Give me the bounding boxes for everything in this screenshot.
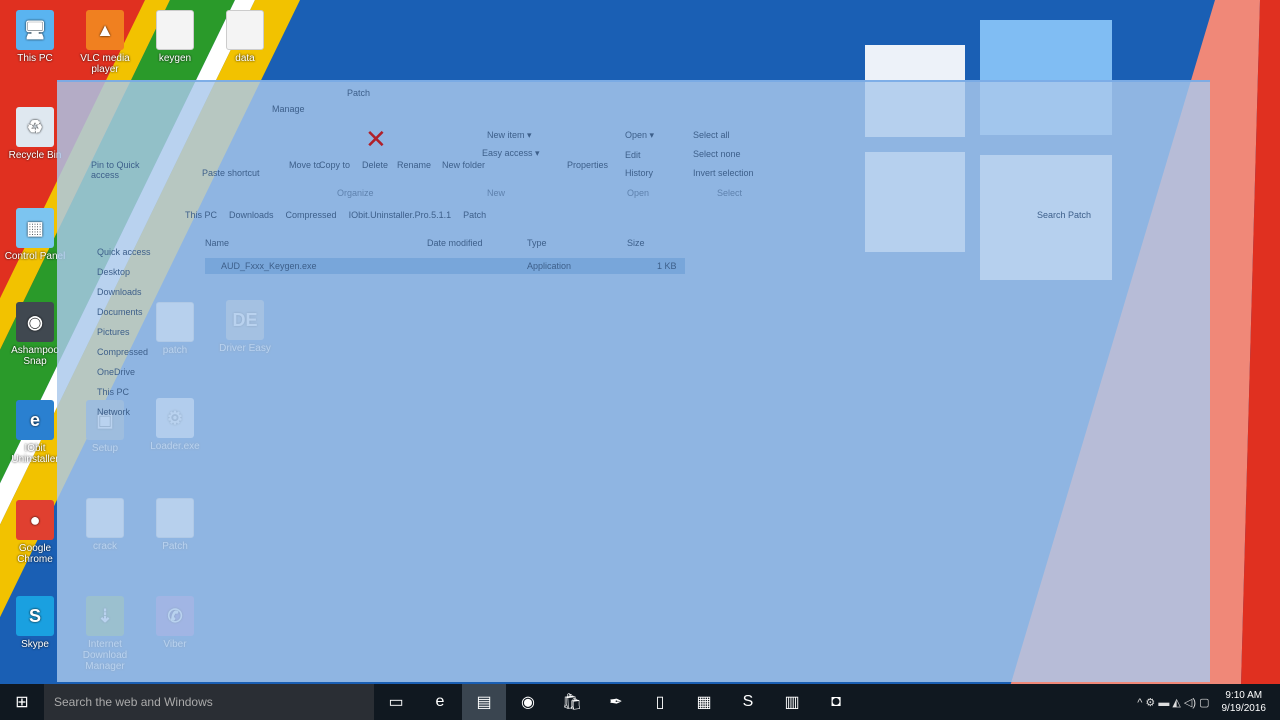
- invert-selection-button[interactable]: Invert selection: [693, 168, 754, 178]
- start-button[interactable]: ⊞: [0, 684, 44, 720]
- desktop-icon-label: This PC: [17, 53, 53, 64]
- column-size[interactable]: Size: [627, 238, 645, 248]
- nav-item[interactable]: Quick access: [97, 242, 151, 262]
- taskbar-file-explorer-icon[interactable]: ▤: [462, 684, 506, 720]
- taskbar-excel-icon[interactable]: ▦: [682, 684, 726, 720]
- group-organize: Organize: [337, 188, 374, 198]
- desktop-icon-0-icon: 🖥: [16, 10, 54, 50]
- search-input[interactable]: Search Patch: [1037, 210, 1091, 220]
- nav-item[interactable]: Documents: [97, 302, 151, 322]
- nav-item[interactable]: Desktop: [97, 262, 151, 282]
- file-type: Application: [527, 261, 572, 271]
- taskbar-feather-icon[interactable]: ✒: [594, 684, 638, 720]
- open-button[interactable]: Open ▾: [625, 130, 654, 141]
- properties-button[interactable]: Properties: [567, 160, 608, 170]
- group-new: New: [487, 188, 506, 198]
- tray-icons[interactable]: ^ ⚙ ▬ ◭ ◁) ▢: [1137, 696, 1209, 709]
- column-type[interactable]: Type: [527, 238, 547, 248]
- desktop-icon[interactable]: keygen: [140, 10, 210, 64]
- window-title: Patch: [347, 88, 371, 98]
- taskbar-task-view-icon[interactable]: ▭: [374, 684, 418, 720]
- move-to-button[interactable]: Move to: [289, 160, 321, 170]
- navigation-pane[interactable]: Quick access Desktop Downloads Documents Pic…: [97, 242, 151, 422]
- desktop-icon-9-icon: e: [16, 400, 54, 440]
- desktop-icon-label: data: [235, 53, 255, 64]
- nav-item[interactable]: OneDrive: [97, 362, 151, 382]
- desktop-icon-label: keygen: [158, 53, 192, 64]
- delete-icon: ✕: [365, 124, 387, 154]
- nav-item[interactable]: This PC: [97, 382, 151, 402]
- history-button[interactable]: History: [625, 168, 653, 178]
- new-folder-button[interactable]: New folder: [442, 160, 485, 170]
- file-row[interactable]: AUD_Fxxx_Keygen.exe Application 1 KB: [205, 258, 685, 274]
- file-name: AUD_Fxxx_Keygen.exe: [221, 261, 317, 271]
- desktop-icon-3-icon: [226, 10, 264, 50]
- group-open: Open: [627, 188, 650, 198]
- easy-access-button[interactable]: Easy access ▾: [482, 148, 540, 159]
- file-explorer-window[interactable]: Patch Manage Pin to Quick access Move to…: [57, 80, 1210, 682]
- taskbar-store-icon[interactable]: 🛍: [550, 684, 594, 720]
- nav-item[interactable]: Network: [97, 402, 151, 422]
- edit-button[interactable]: Edit: [625, 150, 641, 160]
- breadcrumb-item[interactable]: Patch: [463, 210, 486, 220]
- taskbar-winrar-icon[interactable]: ▥: [770, 684, 814, 720]
- desktop-icon-1-icon: ▲: [86, 10, 124, 50]
- rename-button[interactable]: Rename: [397, 160, 431, 170]
- desktop-icon[interactable]: data: [210, 10, 280, 64]
- column-date[interactable]: Date modified: [427, 238, 483, 248]
- breadcrumb-item[interactable]: Downloads: [229, 210, 274, 220]
- desktop-icon[interactable]: ▲ VLC media player: [70, 10, 140, 75]
- group-select: Select: [717, 188, 743, 198]
- select-all-button[interactable]: Select all: [693, 130, 730, 140]
- desktop-icon-12-icon: ●: [16, 500, 54, 540]
- taskbar-edge-icon[interactable]: e: [418, 684, 462, 720]
- breadcrumb[interactable]: This PC Downloads Compressed IObit.Uninstal…: [185, 210, 486, 220]
- desktop-icon-2-icon: [156, 10, 194, 50]
- breadcrumb-item[interactable]: This PC: [185, 210, 217, 220]
- taskbar-skype-icon[interactable]: S: [726, 684, 770, 720]
- clock[interactable]: 9:10 AM 9/19/2016: [1222, 689, 1267, 715]
- desktop-icon[interactable]: 🖥 This PC: [0, 10, 70, 64]
- breadcrumb-item[interactable]: Compressed: [286, 210, 337, 220]
- nav-item[interactable]: Downloads: [97, 282, 151, 302]
- paste-shortcut-button[interactable]: Paste shortcut: [202, 168, 260, 178]
- clock-time: 9:10 AM: [1225, 690, 1263, 701]
- tab-manage[interactable]: Manage: [272, 104, 305, 114]
- file-size: 1 KB: [657, 261, 677, 271]
- copy-to-button[interactable]: Copy to: [319, 160, 350, 170]
- taskbar: ⊞ Search the web and Windows ▭ e ▤ ◉ 🛍 ✒ ▯ ▦ S ▥ ◘…: [0, 684, 1280, 720]
- taskbar-search[interactable]: Search the web and Windows: [44, 684, 374, 720]
- new-item-button[interactable]: New item ▾: [487, 130, 532, 141]
- nav-item[interactable]: Pictures: [97, 322, 151, 342]
- nav-item[interactable]: Compressed: [97, 342, 151, 362]
- delete-button[interactable]: Delete: [362, 160, 388, 170]
- clock-date: 9/19/2016: [1221, 703, 1267, 714]
- desktop-icon-5-icon: ▦: [16, 208, 54, 248]
- taskbar-notepad-icon[interactable]: ▯: [638, 684, 682, 720]
- taskbar-app-icon[interactable]: ◘: [814, 684, 858, 720]
- desktop-icon-4-icon: ♻: [16, 107, 54, 147]
- pin-to-quick-access-button[interactable]: Pin to Quick access: [91, 160, 141, 180]
- desktop-icon-15-icon: S: [16, 596, 54, 636]
- select-none-button[interactable]: Select none: [693, 149, 741, 159]
- desktop-icon-label: VLC media player: [80, 53, 130, 75]
- column-name[interactable]: Name: [205, 238, 229, 248]
- breadcrumb-item[interactable]: IObit.Uninstaller.Pro.5.1.1: [349, 210, 452, 220]
- taskbar-chrome-icon[interactable]: ◉: [506, 684, 550, 720]
- desktop-icon-6-icon: ◉: [16, 302, 54, 342]
